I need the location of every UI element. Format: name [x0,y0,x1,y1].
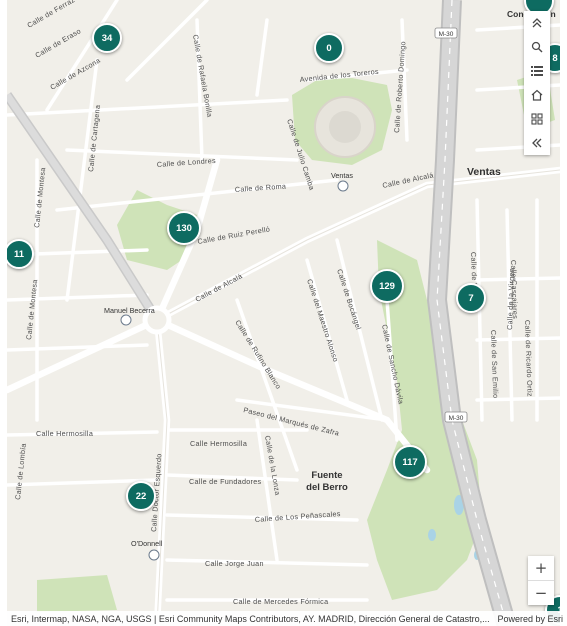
grid-icon [531,113,543,125]
poi-label-ventas-station: Ventas [331,171,353,180]
cluster-marker[interactable]: 0 [314,33,344,63]
map-toolbar [524,11,550,155]
chevron-left-double-icon [532,138,542,148]
home-button[interactable] [524,83,550,107]
map-view[interactable]: M-30 M-30 Calle de Alcalá Calle de Alcal… [7,0,560,626]
list-icon [531,66,543,76]
chevron-up-double-icon [532,18,542,28]
zoom-out-button[interactable]: − [528,581,554,605]
m30-shield-top: M-30 [434,27,458,39]
basemap-gallery-button[interactable] [524,107,550,131]
place-label-fuente: Fuente [311,470,342,481]
zoom-controls: + − [528,556,554,605]
street-label: Calle Hermosilla [190,439,247,448]
cluster-marker[interactable]: 130 [167,211,201,245]
search-button[interactable] [524,35,550,59]
home-icon [531,89,543,101]
street-label: Calle Jorge Juan [205,559,264,568]
street-label: Calle de Fundadores [189,477,262,486]
attribution-bar: Esri, Intermap, NASA, NGA, USGS | Esri C… [0,611,567,626]
street-label: Calle Hermosilla [36,429,93,438]
powered-by-esri[interactable]: Powered by Esri [497,614,563,624]
svg-text:M-30: M-30 [449,415,464,422]
zoom-in-button[interactable]: + [528,556,554,580]
street-label: Calle de Mercedes Fórmica [233,597,328,606]
poi-label-manuel-becerra: Manuel Becerra [104,306,155,315]
collapse-toolbar-button[interactable] [524,11,550,35]
svg-text:M-30: M-30 [439,31,454,38]
basemap: M-30 M-30 Calle de Alcalá Calle de Alcal… [7,0,560,626]
place-label-ventas: Ventas [467,166,501,178]
expand-button[interactable] [524,131,550,155]
cluster-marker[interactable]: 129 [370,269,404,303]
attribution-text[interactable]: Esri, Intermap, NASA, NGA, USGS | Esri C… [11,614,490,624]
cluster-marker[interactable]: 34 [92,23,122,53]
place-label-del-berro: del Berro [306,482,348,493]
cluster-marker[interactable]: 7 [456,283,486,313]
layer-list-button[interactable] [524,59,550,83]
cluster-marker[interactable]: 117 [393,445,427,479]
search-icon [531,41,543,53]
m30-shield-bottom: M-30 [444,411,468,423]
cluster-marker[interactable]: 22 [126,481,156,511]
poi-label-odonnell: O'Donnell [131,539,163,548]
